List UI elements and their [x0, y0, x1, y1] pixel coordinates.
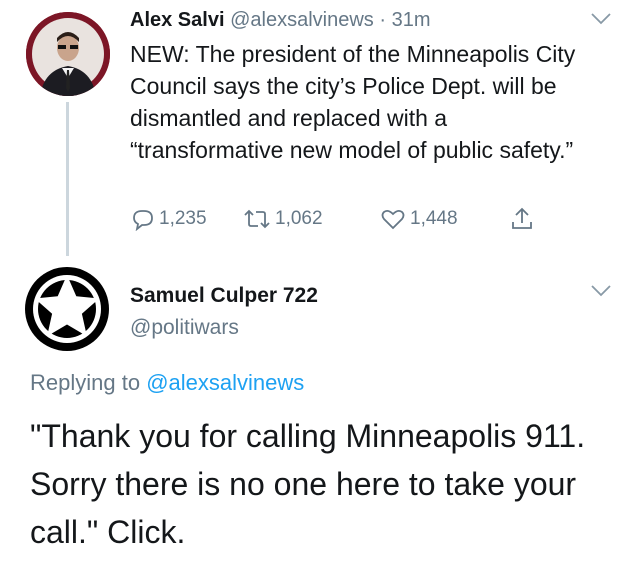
meta-separator: ·: [379, 9, 387, 31]
star-emblem-icon: [25, 267, 109, 351]
heart-icon: [381, 209, 405, 230]
avatar-portrait: [26, 12, 110, 96]
replying-to-label: Replying to: [30, 370, 141, 395]
like-action[interactable]: 1,448: [380, 206, 458, 232]
more-options-button[interactable]: [590, 12, 612, 31]
reply-text: "Thank you for calling Minneapolis 911. …: [30, 418, 586, 550]
tweet-timestamp[interactable]: 31m: [392, 9, 431, 31]
reply-count: 1,235: [159, 208, 207, 229]
thread-connector-line: [66, 102, 69, 256]
like-count: 1,448: [410, 208, 458, 229]
share-action[interactable]: [510, 206, 538, 232]
reply-author-name[interactable]: Samuel Culper 722: [130, 284, 318, 308]
chevron-down-icon: [591, 285, 611, 297]
retweet-action[interactable]: 1,062: [243, 206, 323, 232]
chevron-down-icon: [591, 13, 611, 25]
author-name[interactable]: Alex Salvi: [130, 9, 225, 31]
author-handle[interactable]: @alexsalvinews: [230, 9, 374, 31]
reply-author-handle[interactable]: @politiwars: [130, 316, 239, 340]
tweet-text: NEW: The president of the Minneapolis Ci…: [130, 41, 576, 163]
reply-author-avatar[interactable]: [24, 266, 110, 352]
author-avatar[interactable]: [26, 12, 110, 96]
share-upload-icon: [512, 207, 532, 229]
reply-more-options-button[interactable]: [590, 284, 612, 303]
replying-to: Replying to @alexsalvinews: [30, 370, 304, 396]
retweet-arrows-icon: [244, 209, 270, 229]
reply-action[interactable]: 1,235: [131, 206, 207, 232]
retweet-count: 1,062: [275, 208, 323, 229]
speech-bubble-icon: [133, 210, 153, 231]
replying-to-handle-link[interactable]: @alexsalvinews: [146, 370, 304, 395]
tweet-header: Alex Salvi @alexsalvinews · 31m: [130, 6, 430, 34]
